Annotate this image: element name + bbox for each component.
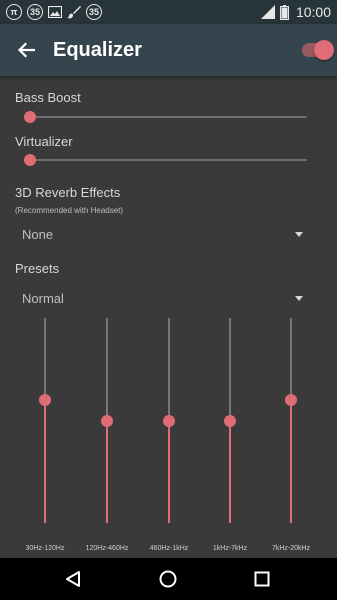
badge-35-label: 35 [29, 6, 40, 17]
triangle-back-icon [66, 571, 80, 587]
slider-track [24, 159, 307, 161]
presets-dropdown-value: Normal [22, 290, 64, 306]
band-thumb[interactable] [224, 414, 236, 427]
band-fill [106, 420, 108, 523]
reverb-note: (Recommended with Headset) [15, 206, 124, 215]
eq-band-label: 120Hz-460Hz [85, 545, 129, 552]
eq-band-slider[interactable] [159, 318, 179, 523]
image-icon [48, 6, 62, 18]
battery-icon [279, 4, 289, 20]
equalizer-enable-toggle[interactable] [302, 40, 334, 60]
pi-icon: π [6, 4, 22, 20]
eq-band-label: 460Hz-1kHz [149, 545, 189, 552]
eq-band-slider[interactable] [220, 318, 240, 523]
eq-band-label: 7kHz-20kHz [271, 545, 311, 552]
status-time: 10:00 [295, 4, 331, 20]
dropdown-arrow-icon [295, 231, 303, 237]
toggle-thumb [314, 40, 334, 60]
nav-recents-button[interactable] [242, 558, 282, 600]
reverb-dropdown-value: None [22, 226, 54, 242]
slider-thumb[interactable] [24, 111, 36, 123]
band-fill [168, 420, 170, 523]
back-button[interactable] [0, 24, 52, 76]
reverb-dropdown[interactable]: None [22, 223, 307, 245]
eq-band-label: 1kHz-7kHz [212, 545, 248, 552]
band-thumb[interactable] [39, 394, 51, 406]
bass-boost-label: Bass Boost [15, 90, 81, 105]
app-bar: Equalizer [0, 24, 337, 76]
virtualizer-slider[interactable] [24, 154, 307, 166]
nav-back-button[interactable] [53, 558, 93, 600]
dropdown-arrow-icon [295, 295, 303, 301]
reverb-label: 3D Reverb Effects [15, 185, 121, 200]
eq-band-slider[interactable] [281, 318, 301, 523]
circle-home-icon [159, 570, 177, 588]
page-title: Equalizer [53, 38, 142, 61]
band-fill [290, 400, 292, 523]
signal-icon [260, 5, 275, 19]
slider-thumb[interactable] [24, 154, 36, 166]
eq-band-slider[interactable] [97, 318, 117, 523]
presets-dropdown[interactable]: Normal [22, 287, 307, 309]
badge-35-label: 35 [88, 6, 99, 17]
nav-home-button[interactable] [148, 558, 188, 600]
presets-label: Presets [15, 261, 60, 276]
eq-band-label: 30Hz-120Hz [25, 545, 65, 552]
eq-band-slider[interactable] [35, 318, 55, 523]
badge-35-icon: 35 [27, 4, 43, 20]
square-recents-icon [254, 571, 270, 587]
bass-boost-slider[interactable] [24, 111, 307, 123]
status-bar: π 35 35 10:00 [0, 0, 337, 24]
band-thumb[interactable] [285, 394, 297, 406]
navigation-bar [0, 558, 337, 600]
slider-track [24, 116, 307, 118]
band-fill [229, 420, 231, 523]
band-thumb[interactable] [101, 414, 113, 427]
band-thumb[interactable] [163, 414, 175, 427]
arrow-back-icon [17, 42, 35, 58]
badge-35-icon: 35 [86, 4, 102, 20]
brush-icon [67, 6, 81, 19]
pi-icon-label: π [10, 6, 18, 17]
virtualizer-label: Virtualizer [15, 134, 73, 149]
band-fill [44, 400, 46, 523]
